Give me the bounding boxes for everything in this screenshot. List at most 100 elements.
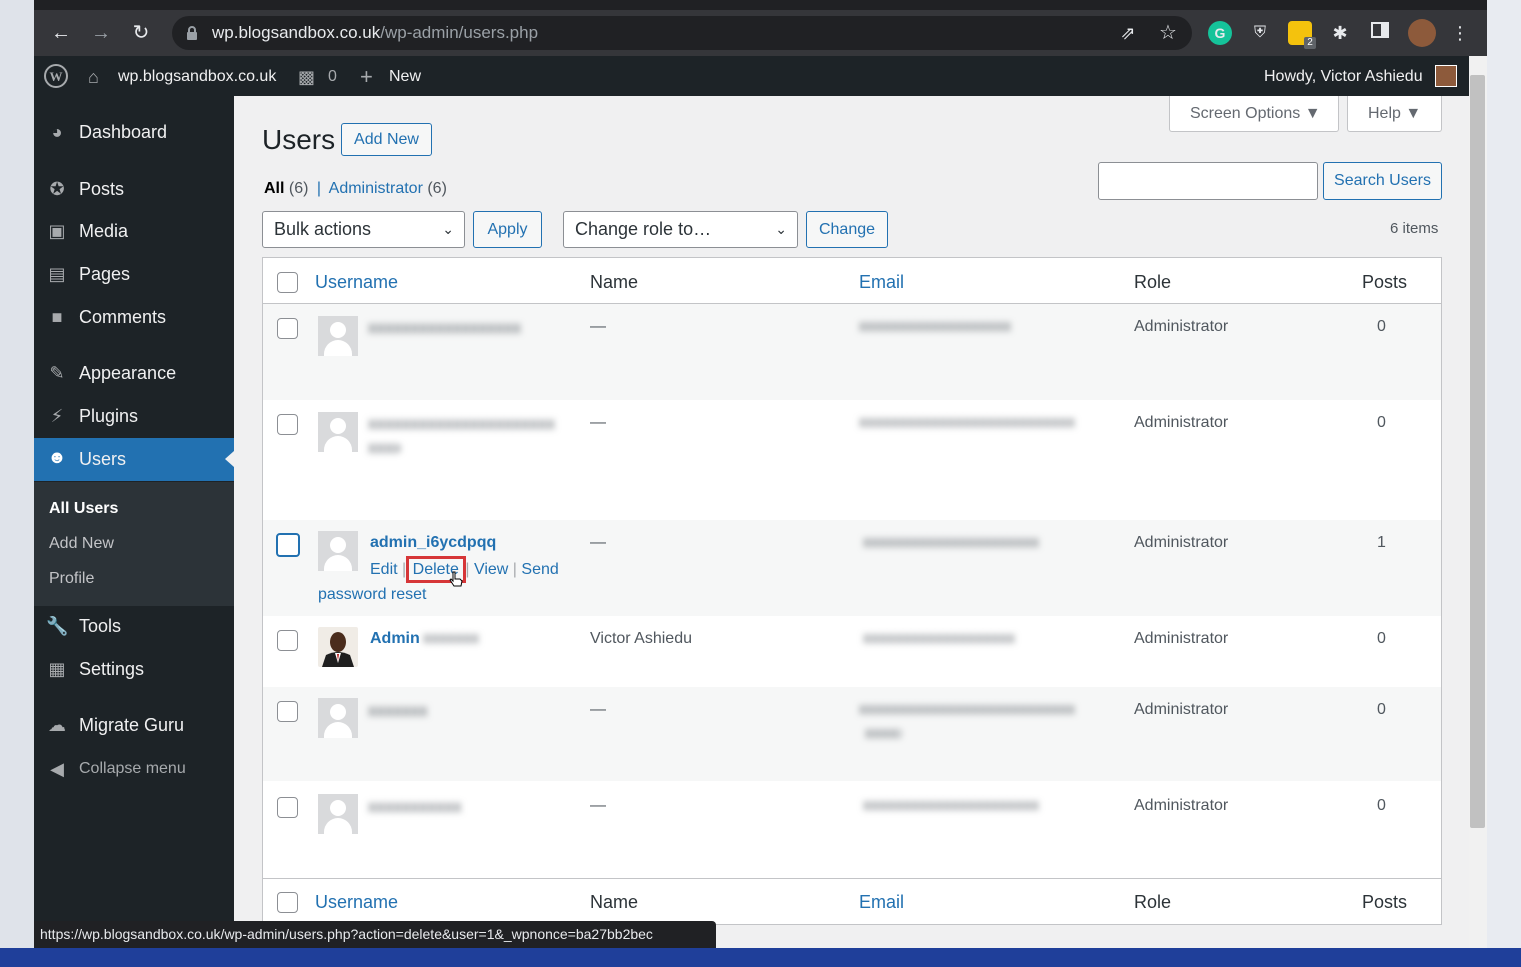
username-link[interactable]: xxxxxxx — [368, 701, 428, 721]
username-link[interactable]: Admin — [370, 630, 420, 648]
plus-icon[interactable]: + — [360, 56, 373, 96]
select-all-checkbox-footer[interactable] — [277, 892, 298, 913]
username-link-wrap: xxxx — [368, 438, 400, 457]
sidebar-item-pages[interactable]: ▤ Pages — [34, 255, 234, 293]
select-all-checkbox[interactable] — [277, 272, 298, 293]
filter-administrator[interactable]: Administrator — [329, 180, 423, 197]
apply-button[interactable]: Apply — [473, 211, 542, 248]
caret-down-icon: ▼ — [1304, 105, 1321, 122]
column-header-username[interactable]: Username — [315, 272, 398, 293]
comments-count[interactable]: 0 — [328, 56, 337, 96]
username-link[interactable]: xxxxxxxxxxxxxxxxxx — [368, 318, 521, 338]
sidebar-item-appearance[interactable]: ✎ Appearance — [34, 354, 234, 392]
howdy-user[interactable]: Howdy, Victor Ashiedu — [1264, 56, 1423, 96]
submenu-all-users[interactable]: All Users — [49, 500, 118, 518]
posts-count[interactable]: 0 — [1377, 701, 1386, 719]
address-bar[interactable]: wp.blogsandbox.co.uk/wp-admin/users.php … — [172, 16, 1192, 50]
screen-options-button[interactable]: Screen Options ▼ — [1169, 96, 1339, 132]
collapse-menu-button[interactable]: ◀ Collapse menu — [34, 750, 234, 788]
row-checkbox[interactable] — [277, 630, 298, 651]
submenu-add-new[interactable]: Add New — [49, 535, 114, 553]
name-cell: — — [590, 701, 606, 718]
reload-icon[interactable]: ↻ — [128, 20, 154, 46]
shield-extension-icon[interactable]: ⛨ — [1248, 21, 1272, 45]
footer-header-username[interactable]: Username — [315, 892, 398, 913]
email-link[interactable]: xxxxxxxxxxxxxxxxxxxxxx — [863, 797, 1039, 815]
row-checkbox[interactable] — [277, 414, 298, 435]
email-link[interactable]: xxxxxxxxxxxxxxxxxxxxxxxxxxx — [859, 414, 1075, 432]
pin-icon: ✪ — [49, 179, 65, 199]
view-link[interactable]: View — [474, 561, 508, 578]
posts-count[interactable]: 0 — [1377, 414, 1386, 432]
edit-link[interactable]: Edit — [370, 561, 398, 578]
back-icon[interactable]: ← — [48, 20, 74, 46]
extensions-puzzle-icon[interactable]: ✱ — [1328, 21, 1352, 45]
posts-count[interactable]: 0 — [1377, 797, 1386, 815]
add-new-user-button[interactable]: Add New — [341, 123, 432, 156]
dashboard-icon: ◕ — [51, 122, 63, 142]
send-password-reset-link-wrap[interactable]: password reset — [318, 586, 427, 604]
email-link[interactable]: xxxxxxxxxxxxxxxxxxxxxx — [863, 534, 1039, 552]
email-link[interactable]: xxxxxxxxxxxxxxxxxxx — [859, 318, 1011, 336]
sidebar-item-comments[interactable]: ■ Comments — [34, 298, 234, 336]
name-cell: Victor Ashiedu — [590, 630, 692, 647]
submenu-profile[interactable]: Profile — [49, 570, 94, 588]
sticky-note-extension-icon[interactable]: 2 — [1288, 21, 1316, 49]
site-name-link[interactable]: wp.blogsandbox.co.uk — [118, 56, 276, 96]
profile-avatar-icon[interactable] — [1408, 19, 1436, 47]
row-checkbox[interactable] — [276, 533, 300, 557]
comment-bubble-icon[interactable]: ▩ — [298, 56, 315, 96]
name-cell: — — [590, 414, 606, 431]
posts-count[interactable]: 1 — [1377, 534, 1386, 552]
username-link[interactable]: xxxxxxxxxxxxxxxxxxxxxx — [368, 414, 555, 434]
row-checkbox[interactable] — [277, 701, 298, 722]
sidebar-item-media[interactable]: ▣ Media — [34, 212, 234, 250]
help-button[interactable]: Help ▼ — [1347, 96, 1442, 132]
bulk-actions-select[interactable]: Bulk actions ⌄ — [262, 211, 465, 248]
row-actions: Edit | Delete | View | Send — [370, 556, 559, 583]
footer-header-email[interactable]: Email — [859, 892, 904, 913]
role-cell: Administrator — [1134, 701, 1229, 718]
forward-icon[interactable]: → — [88, 20, 114, 46]
posts-count[interactable]: 0 — [1377, 630, 1386, 648]
share-icon[interactable]: ⇗ — [1117, 22, 1139, 44]
user-avatar-small[interactable] — [1435, 65, 1457, 87]
role-cell: Administrator — [1134, 797, 1229, 814]
sidebar-item-settings[interactable]: ▦ Settings — [34, 650, 234, 688]
migrate-icon: ☁ — [48, 715, 66, 735]
page-title: Users — [262, 124, 336, 155]
search-users-button[interactable]: Search Users — [1323, 162, 1442, 200]
scrollbar-thumb[interactable] — [1470, 75, 1485, 828]
grammarly-icon[interactable]: G — [1208, 21, 1232, 45]
sidebar-item-posts[interactable]: ✪ Posts — [34, 170, 234, 208]
side-panel-icon[interactable] — [1368, 21, 1392, 45]
browser-menu-icon[interactable]: ⋮ — [1448, 21, 1472, 45]
email-link-wrap: xxxxx — [865, 725, 901, 742]
default-avatar-icon — [318, 531, 358, 571]
bookmark-star-icon[interactable]: ☆ — [1157, 22, 1179, 44]
change-role-button[interactable]: Change — [806, 211, 888, 248]
browser-window: ← → ↻ wp.blogsandbox.co.uk/wp-admin/user… — [34, 0, 1487, 948]
link-status-bar: https://wp.blogsandbox.co.uk/wp-admin/us… — [34, 921, 716, 948]
filter-all[interactable]: All — [264, 180, 284, 197]
sidebar-item-dashboard[interactable]: ◕ Dashboard — [34, 113, 234, 151]
row-checkbox[interactable] — [277, 318, 298, 339]
sidebar-item-users[interactable]: ☻ Users — [34, 438, 234, 481]
posts-count[interactable]: 0 — [1377, 318, 1386, 336]
row-checkbox[interactable] — [277, 797, 298, 818]
send-password-reset-link[interactable]: Send — [521, 561, 558, 578]
email-link[interactable]: xxxxxxxxxxxxxxxxxxx — [863, 630, 1015, 648]
sidebar-item-migrate-guru[interactable]: ☁ Migrate Guru — [34, 706, 234, 744]
plugin-icon: ⚡ — [50, 406, 64, 426]
change-role-select[interactable]: Change role to… ⌄ — [563, 211, 798, 248]
username-link[interactable]: xxxxxxxxxxx — [368, 797, 462, 817]
user-search-input[interactable] — [1098, 162, 1318, 200]
wordpress-logo-icon[interactable]: W — [44, 56, 68, 96]
footer-header-posts: Posts — [1362, 892, 1408, 912]
column-header-email[interactable]: Email — [859, 272, 904, 293]
sidebar-item-plugins[interactable]: ⚡ Plugins — [34, 397, 234, 435]
new-content-link[interactable]: New — [389, 56, 421, 96]
email-link[interactable]: xxxxxxxxxxxxxxxxxxxxxxxxxxx — [859, 701, 1075, 719]
sidebar-item-tools[interactable]: 🔧 Tools — [34, 607, 234, 645]
username-link[interactable]: admin_i6ycdpqq — [370, 534, 496, 552]
